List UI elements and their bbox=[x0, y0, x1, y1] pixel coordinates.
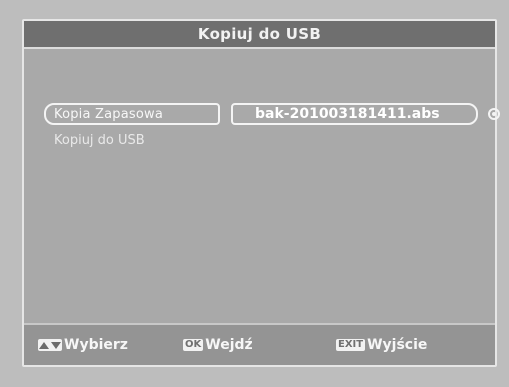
dialog-title: Kopiuj do USB bbox=[197, 25, 322, 43]
hint-select-label: Wybierz bbox=[64, 337, 128, 353]
up-down-arrows-icon bbox=[38, 339, 62, 351]
footer-hints: Wybierz OK Wejdź EXIT Wyjście bbox=[24, 323, 495, 365]
hint-exit-label: Wyjście bbox=[367, 337, 428, 353]
selected-radio-icon bbox=[488, 108, 500, 120]
backup-file-value: bak-201003181411.abs bbox=[255, 106, 440, 122]
backup-label: Kopia Zapasowa bbox=[54, 106, 164, 122]
ok-key-icon: OK bbox=[183, 339, 204, 351]
hint-enter-label: Wejdź bbox=[205, 337, 253, 353]
hint-exit: EXIT Wyjście bbox=[336, 337, 427, 353]
backup-file-selector[interactable]: bak-201003181411.abs bbox=[231, 103, 478, 125]
tv-screen: Kopiuj do USB Kopia Zapasowa bak-2010031… bbox=[0, 0, 509, 387]
menu-content: Kopia Zapasowa bak-201003181411.abs Kopi… bbox=[24, 49, 500, 327]
exit-key-icon: EXIT bbox=[336, 339, 366, 351]
menu-item-copy-to-usb[interactable]: Kopiuj do USB bbox=[44, 129, 145, 151]
copy-to-usb-label: Kopiuj do USB bbox=[54, 133, 145, 148]
hint-enter: OK Wejdź bbox=[183, 337, 253, 353]
hint-select: Wybierz bbox=[38, 337, 128, 353]
copy-to-usb-dialog: Kopiuj do USB Kopia Zapasowa bak-2010031… bbox=[22, 19, 500, 367]
backup-label-box[interactable]: Kopia Zapasowa bbox=[44, 103, 220, 125]
title-bar: Kopiuj do USB bbox=[24, 21, 495, 49]
